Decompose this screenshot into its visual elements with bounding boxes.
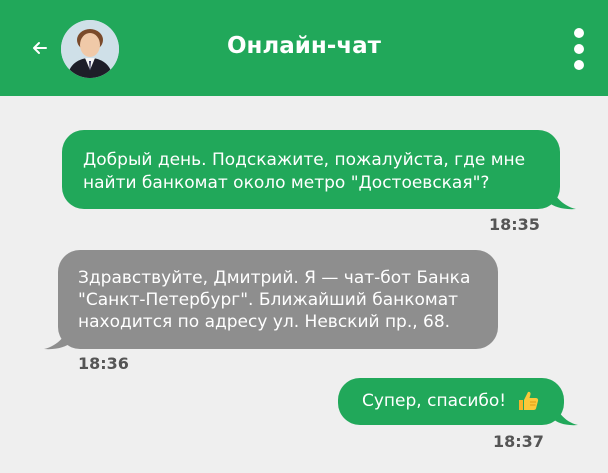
more-vertical-icon [574, 28, 584, 38]
message-text-line: Супер, спасибо! [362, 391, 507, 411]
message-time: 18:35 [489, 215, 540, 234]
message-bubble-incoming: Здравствуйте, Дмитрий. Я — чат-бот Банка… [58, 250, 498, 349]
message-text-line: "Санкт-Петербург". Ближайший банкомат [78, 290, 459, 310]
message-bubble-outgoing: Супер, спасибо! [338, 378, 564, 425]
page-title: Онлайн-чат [226, 33, 381, 59]
message-text-line: находится по адресу ул. Невский пр., 68. [78, 312, 451, 332]
message-text-line: Добрый день. Подскажите, пожалуйста, где… [83, 150, 526, 170]
chat-header: Онлайн-чат [0, 0, 608, 96]
message-time: 18:37 [493, 432, 544, 451]
back-button[interactable] [30, 36, 50, 60]
more-menu-button[interactable] [566, 24, 592, 74]
message-bubble-outgoing: Добрый день. Подскажите, пожалуйста, где… [62, 130, 560, 209]
arrow-left-icon [33, 42, 47, 54]
avatar[interactable] [61, 20, 119, 78]
message-text-line: найти банкомат около метро "Достоевская"… [83, 173, 490, 193]
thumbs-up-icon [519, 391, 539, 410]
message-time: 18:36 [78, 354, 129, 373]
message-text-line: Здравствуйте, Дмитрий. Я — чат-бот Банка [78, 268, 471, 288]
